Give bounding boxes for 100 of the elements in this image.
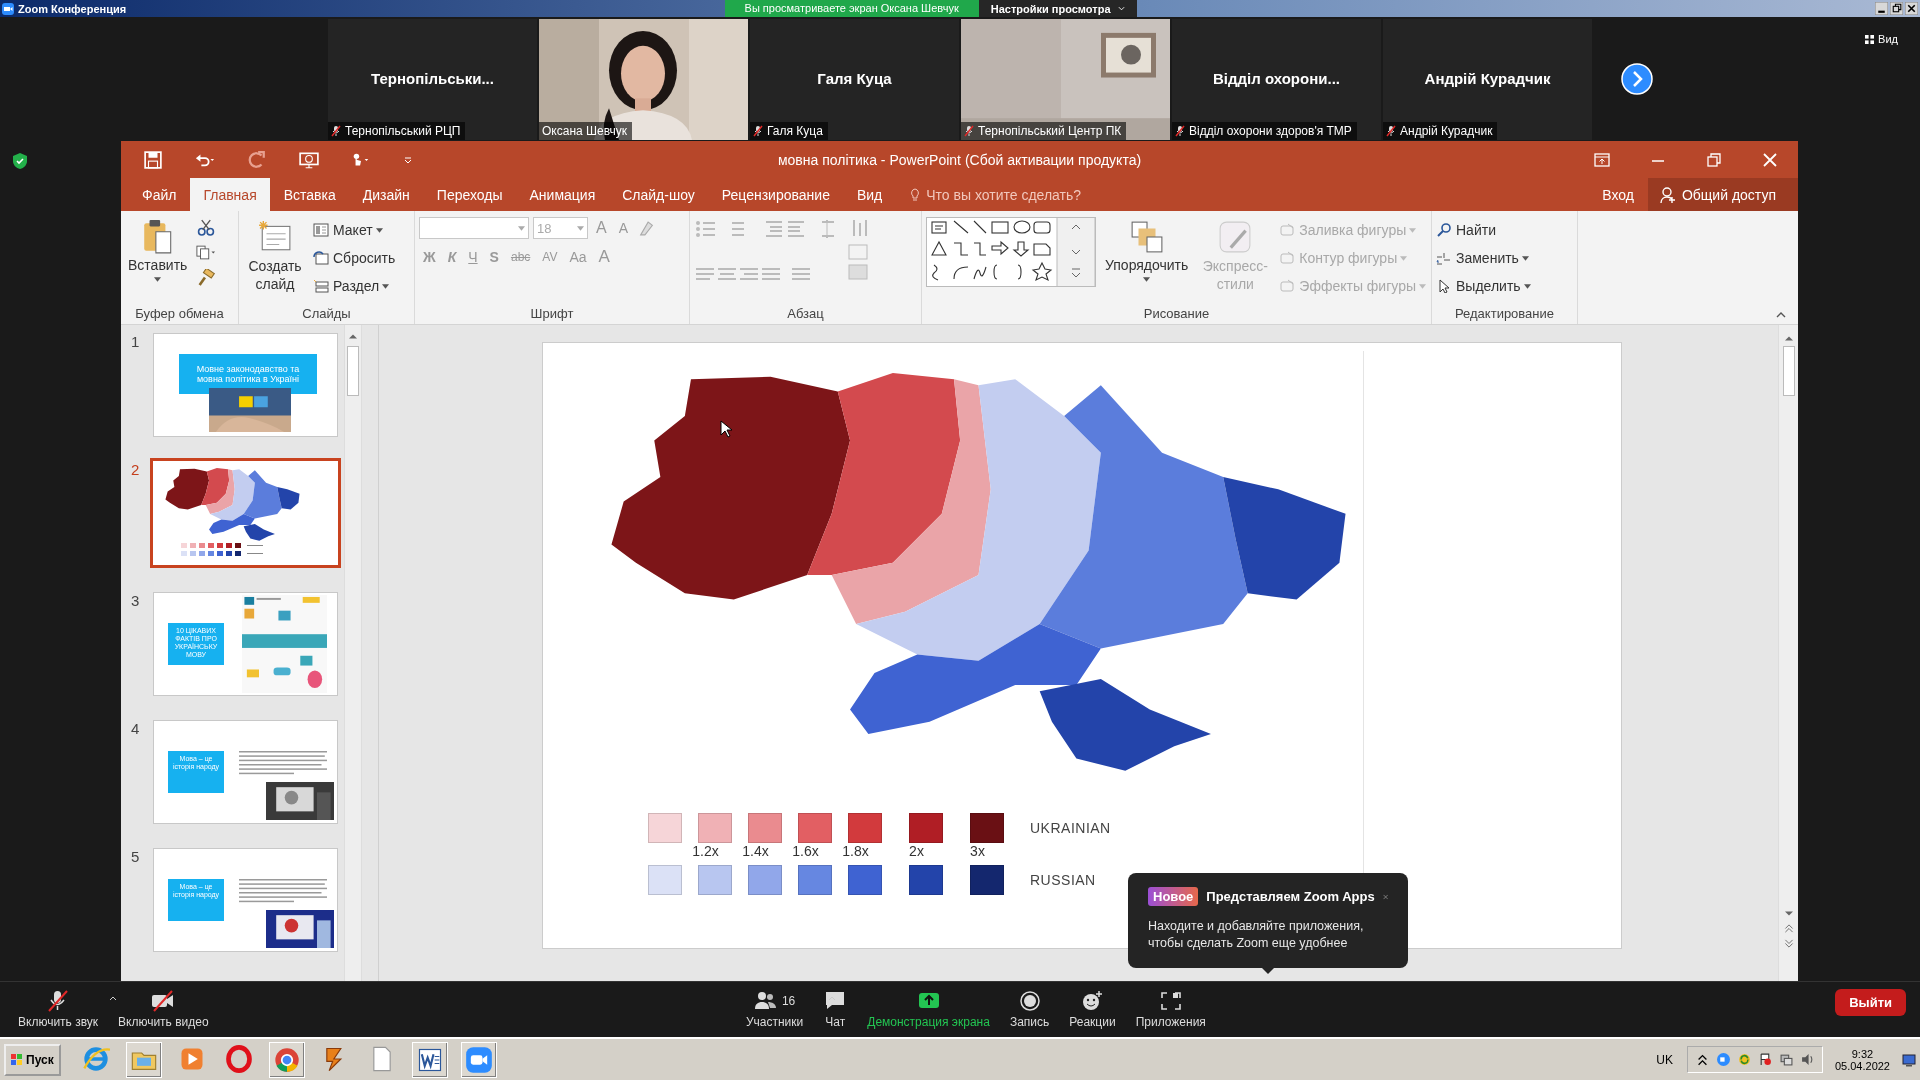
participant-tile[interactable]: Андрій Курадчик Андрій Курадчик — [1383, 18, 1592, 140]
ribbon-display-icon[interactable] — [1594, 152, 1610, 167]
toolbar-button[interactable]: Чат — [813, 990, 858, 1029]
slide-number: 5 — [131, 848, 141, 865]
presentation-icon[interactable] — [299, 150, 319, 169]
copy-icon[interactable] — [196, 244, 217, 261]
participant-tile[interactable]: Тернопільськи... Тернопільський РЦП — [328, 18, 537, 140]
word-processor-icon[interactable] — [411, 1041, 448, 1078]
layout-button[interactable]: Макет — [313, 219, 396, 241]
ribbon-tab[interactable]: Рецензирование — [708, 178, 843, 211]
previous-slide-icon[interactable] — [1783, 924, 1794, 933]
tell-me-field[interactable]: Что вы хотите сделать? — [926, 186, 1081, 203]
view-settings-button[interactable]: Настройки просмотра — [978, 0, 1137, 17]
ribbon-tab[interactable]: Файл — [129, 178, 190, 211]
sync-icon[interactable] — [1737, 1053, 1751, 1066]
volume-icon[interactable] — [1800, 1053, 1814, 1066]
alert-flag-icon[interactable] — [1758, 1053, 1772, 1066]
toolbar-button[interactable]: Реакции — [1059, 990, 1126, 1029]
legend-tick: 1.6x — [791, 843, 820, 861]
group-label: Абзац — [786, 306, 825, 321]
camera-icon — [2, 2, 14, 15]
video-call-icon[interactable] — [460, 1041, 497, 1078]
window-title: мовна політика - PowerPoint (Сбой активации продукта) — [777, 151, 1142, 168]
caret-icon — [1117, 6, 1125, 11]
participant-tile[interactable]: Тернопільський Центр ПК — [961, 18, 1170, 140]
slide-thumbnail[interactable] — [150, 458, 341, 568]
video-call-icon[interactable] — [1716, 1053, 1730, 1066]
sign-in-link[interactable]: Вход — [1588, 178, 1648, 211]
share-button[interactable]: Общий доступ — [1647, 178, 1798, 211]
save-icon[interactable] — [143, 150, 163, 169]
scroll-up-icon[interactable] — [348, 332, 358, 341]
legend-label: UKRAINIAN — [1030, 820, 1111, 836]
group-label: Слайды — [301, 306, 352, 321]
scroll-down-icon[interactable] — [1783, 909, 1794, 918]
collapse-ribbon-icon[interactable] — [1776, 312, 1786, 318]
caret-icon — [382, 283, 390, 289]
group-label: Шрифт — [529, 306, 575, 321]
language-indicator[interactable]: UK — [1656, 1052, 1673, 1067]
scissors-icon[interactable] — [196, 219, 217, 236]
participant-label-text: Оксана Шевчук — [542, 123, 628, 138]
minimize-icon[interactable] — [1875, 2, 1888, 15]
view-button[interactable]: Вид — [1865, 33, 1898, 45]
shield-icon[interactable] — [13, 153, 27, 169]
participant-label-text: Галя Куца — [767, 123, 823, 138]
ribbon-tab[interactable]: Анимация — [516, 178, 609, 211]
participant-tile[interactable]: Галя Куца Галя Куца — [750, 18, 959, 140]
font-name-field[interactable] — [419, 217, 529, 239]
ribbon-tab[interactable]: Главная — [190, 178, 270, 211]
scroll-up-icon[interactable] — [1783, 334, 1794, 343]
grid-icon — [1865, 34, 1875, 44]
editing-button[interactable]: Найти — [1436, 219, 1531, 241]
scrollbar-thumb[interactable] — [347, 346, 359, 396]
slide-number: 2 — [131, 461, 141, 478]
toolbar-button[interactable]: Приложения — [1125, 990, 1216, 1029]
format-painter-icon[interactable] — [196, 269, 217, 286]
redo-icon[interactable] — [247, 150, 267, 169]
group-label: Буфер обмена — [134, 306, 225, 321]
arrange-button[interactable]: Упорядочить — [1102, 217, 1192, 284]
folder-icon[interactable] — [125, 1041, 162, 1078]
next-slide-icon[interactable] — [1783, 939, 1794, 948]
toolbar-button[interactable]: Демонстрация экрана — [857, 990, 1000, 1029]
clock-time: 9:32 — [1851, 1047, 1874, 1060]
restore-icon[interactable] — [1890, 2, 1903, 15]
show-desktop-icon[interactable] — [1902, 1052, 1916, 1067]
customize-icon[interactable] — [403, 154, 413, 165]
shape-icon — [1279, 251, 1296, 265]
ribbon-tab[interactable]: Вставка — [270, 178, 349, 211]
editing-button[interactable]: Заменить — [1436, 247, 1531, 269]
participant-name: Андрій Курадчик — [1424, 69, 1551, 87]
toolbar-button[interactable]: Запись — [999, 990, 1060, 1029]
ribbon-tab[interactable]: Переходы — [423, 178, 516, 211]
ribbon-tab[interactable]: Слайд-шоу — [609, 178, 708, 211]
reset-button[interactable]: Сбросить — [313, 247, 396, 269]
browser-icon[interactable] — [268, 1041, 305, 1078]
pointer-icon — [1436, 279, 1452, 293]
participant-tile[interactable]: Відділ охорони... Відділ охорони здоров'я ТМР — [1172, 18, 1381, 140]
chevron-up-icon[interactable] — [1695, 1053, 1709, 1066]
audio-options-icon[interactable] — [108, 996, 117, 1001]
start-button[interactable]: Пуск — [4, 1043, 61, 1076]
ribbon-tab[interactable]: Вид — [843, 178, 896, 211]
section-button[interactable]: Раздел — [313, 275, 396, 297]
new-slide-button[interactable]: Создать слайд — [243, 217, 307, 295]
caret-icon — [154, 277, 162, 282]
toolbar-button[interactable]: Включить звук — [8, 990, 109, 1029]
shapes-gallery-drawing[interactable] — [926, 217, 1096, 287]
editing-button[interactable]: Выделить — [1436, 275, 1531, 297]
network-icon[interactable] — [1779, 1053, 1793, 1066]
leave-button[interactable]: Выйти — [1835, 989, 1906, 1016]
slide-number: 4 — [131, 720, 141, 737]
toolbar-button[interactable]: Включить видео — [108, 990, 219, 1029]
person-add-icon — [1659, 186, 1676, 203]
paste-button[interactable]: Вставить — [125, 217, 191, 284]
caret-icon — [577, 225, 584, 231]
next-page-icon[interactable] — [1621, 63, 1653, 95]
caret-icon — [375, 227, 383, 233]
scrollbar-thumb[interactable] — [1782, 346, 1795, 396]
toolbar-button[interactable]: 16 Участники — [735, 990, 814, 1029]
close-icon[interactable] — [1905, 2, 1918, 15]
participant-tile[interactable]: Оксана Шевчук — [539, 18, 748, 140]
ribbon-tab[interactable]: Дизайн — [349, 178, 423, 211]
